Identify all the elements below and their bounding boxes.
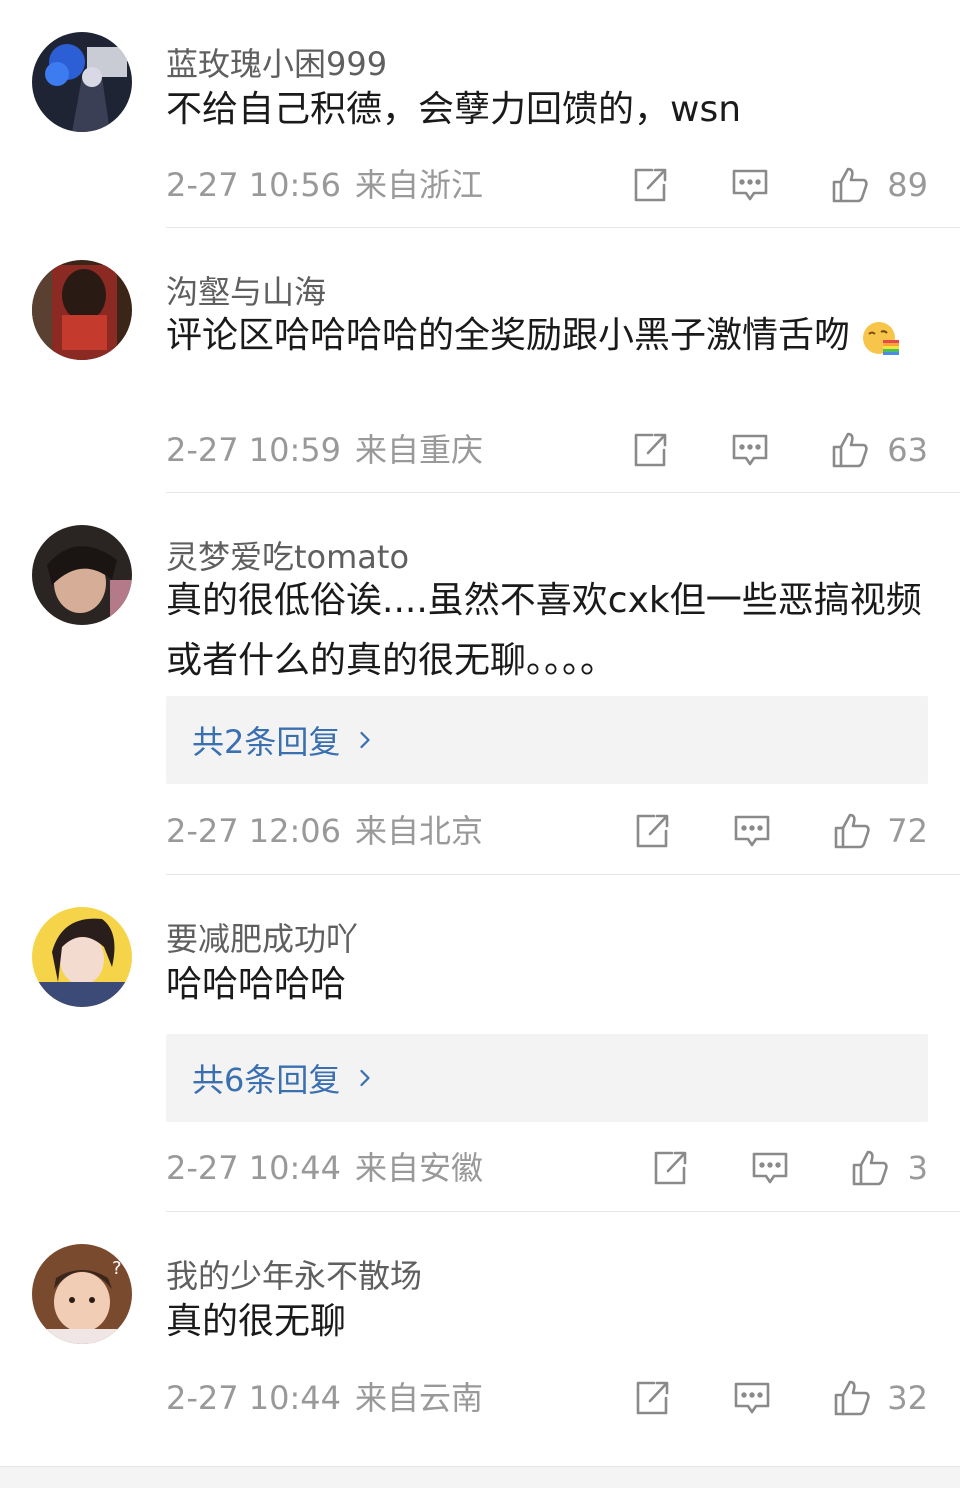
comment-text: 真的很低俗诶....虽然不喜欢cxk但一些恶搞视频或者什么的真的很无聊。。。。 xyxy=(166,580,922,681)
view-replies-button[interactable]: 共2条回复 xyxy=(166,696,928,784)
avatar[interactable] xyxy=(32,907,132,1007)
chevron-right-icon xyxy=(358,1067,372,1089)
like-count: 72 xyxy=(887,812,928,850)
comment-icon[interactable] xyxy=(730,165,770,205)
comment-text: 不给自己积德，会孽力回馈的，wsn xyxy=(166,89,742,130)
avatar[interactable]: ? xyxy=(32,1244,132,1344)
location: 来自云南 xyxy=(355,1379,484,1417)
svg-text:?: ? xyxy=(112,1258,122,1279)
username[interactable]: 蓝玫瑰小困999 xyxy=(166,44,387,84)
avatar[interactable] xyxy=(32,525,132,625)
comment-text: 哈哈哈哈哈 xyxy=(166,964,347,1005)
comment-text: 真的很无聊 xyxy=(166,1301,347,1342)
location: 来自安徽 xyxy=(355,1149,484,1187)
timestamp: 2-27 10:44 来自安徽 xyxy=(166,1149,484,1187)
timestamp: 2-27 10:44 来自云南 xyxy=(166,1379,484,1417)
comment-icon[interactable] xyxy=(732,811,772,851)
comment-icon[interactable] xyxy=(732,1378,772,1418)
comment-meta: 2-27 10:59 来自重庆 63 xyxy=(166,428,928,472)
share-icon[interactable] xyxy=(630,165,670,205)
location: 来自北京 xyxy=(355,812,484,850)
like-count: 63 xyxy=(887,431,928,469)
rainbow-vomit-emoji xyxy=(861,317,901,357)
comment-meta: 2-27 10:44 来自安徽 3 xyxy=(166,1146,928,1190)
chevron-right-icon xyxy=(358,729,372,751)
comment-text: 评论区哈哈哈哈的全奖励跟小黑子激情舌吻 xyxy=(166,306,936,366)
timestamp: 2-27 12:06 来自北京 xyxy=(166,812,484,850)
avatar[interactable] xyxy=(32,32,132,132)
comment-meta: 2-27 10:56 来自浙江 89 xyxy=(166,163,928,207)
view-replies-button[interactable]: 共6条回复 xyxy=(166,1034,928,1122)
location: 来自浙江 xyxy=(355,166,484,204)
thumbs-up-icon[interactable] xyxy=(832,1378,872,1418)
divider xyxy=(166,492,960,493)
share-icon[interactable] xyxy=(632,811,672,851)
divider xyxy=(166,874,960,875)
share-icon[interactable] xyxy=(632,1378,672,1418)
avatar[interactable] xyxy=(32,260,132,360)
comment-meta: 2-27 10:44 来自云南 32 xyxy=(166,1376,928,1420)
username[interactable]: 要减肥成功吖 xyxy=(166,919,358,959)
divider xyxy=(166,1211,960,1212)
replies-count: 共6条回复 xyxy=(192,1061,341,1099)
share-icon[interactable] xyxy=(650,1148,690,1188)
like-count: 89 xyxy=(887,166,928,204)
thumbs-up-icon[interactable] xyxy=(830,165,870,205)
username[interactable]: 我的少年永不散场 xyxy=(166,1256,422,1296)
divider xyxy=(166,227,960,228)
location: 来自重庆 xyxy=(355,431,484,469)
like-count: 3 xyxy=(907,1149,928,1187)
replies-count: 共2条回复 xyxy=(192,723,341,761)
thumbs-up-icon[interactable] xyxy=(832,811,872,851)
comment-icon[interactable] xyxy=(730,430,770,470)
like-count: 32 xyxy=(887,1379,928,1417)
share-icon[interactable] xyxy=(630,430,670,470)
thumbs-up-icon[interactable] xyxy=(850,1148,890,1188)
comment-icon[interactable] xyxy=(750,1148,790,1188)
comment-meta: 2-27 12:06 来自北京 72 xyxy=(166,809,928,853)
timestamp: 2-27 10:56 来自浙江 xyxy=(166,166,484,204)
thumbs-up-icon[interactable] xyxy=(830,430,870,470)
footer-bar xyxy=(0,1466,960,1488)
timestamp: 2-27 10:59 来自重庆 xyxy=(166,431,484,469)
